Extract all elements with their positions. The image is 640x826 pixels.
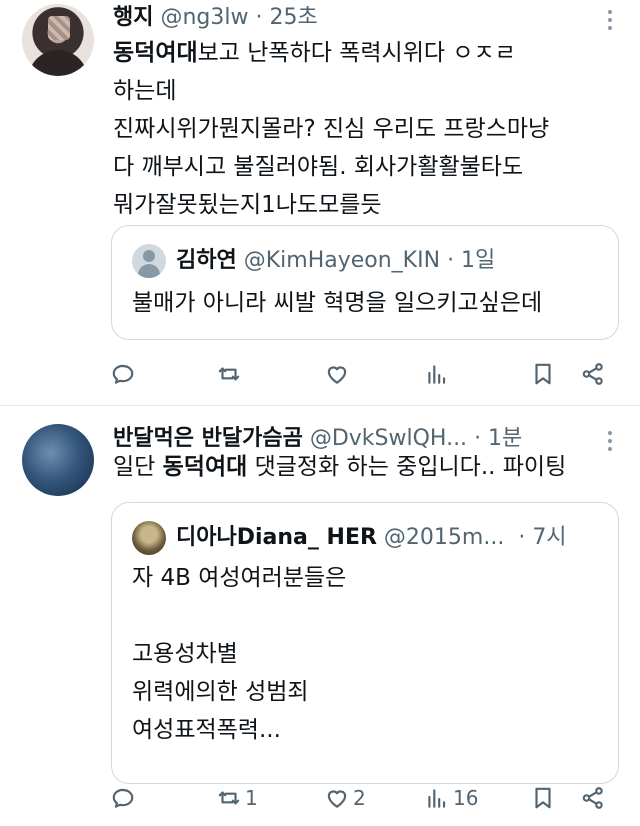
share-icon [582, 787, 603, 809]
share-button[interactable] [580, 357, 606, 391]
reply-button[interactable] [110, 357, 139, 391]
bookmark-icon [535, 787, 551, 809]
views-icon [428, 789, 446, 808]
quoted-tweet-header: 디아나Diana_ HER @2015m... · 7시 [132, 521, 567, 555]
quoted-tweet-header: 김하연 @KimHayeon_KIN · 1일 [132, 244, 495, 278]
author-name[interactable]: 행지 [113, 5, 153, 30]
like-button[interactable]: 2 [324, 781, 366, 815]
quoted-author-handle[interactable]: @2015m... [384, 522, 504, 554]
share-button[interactable] [580, 781, 606, 815]
reply-icon [112, 364, 134, 384]
bookmark-button[interactable] [530, 357, 556, 391]
author-handle[interactable]: @ng3lw [160, 5, 248, 30]
tweet-header: 행지 @ng3lw · 25초 [113, 3, 318, 33]
tweet-text-line: 뭐가잘못됬는지1나도모를듯 [113, 192, 382, 218]
views-icon [428, 365, 446, 384]
quoted-tweet-text: 자 4B 여성여러분들은 고용성차별 위력에의한 성범죄 여성표적폭력... [132, 565, 347, 743]
retweet-button[interactable] [216, 357, 245, 391]
tweet-text: 일단 동덕여대 댓글정화 하는 중입니다.. 파이팅 [113, 448, 623, 486]
retweet-icon [218, 367, 240, 381]
bookmark-icon [535, 363, 551, 385]
tweet-text-line: 진짜시위가뭔지몰라? 진심 우리도 프랑스마냥 [113, 116, 550, 142]
retweet-button[interactable]: 1 [216, 781, 258, 815]
quoted-author-avatar[interactable] [132, 521, 166, 555]
quoted-tweet-text: 불매가 아니라 씨발 혁명을 일으키고싶은데 [132, 290, 543, 316]
hashtag-keyword[interactable]: 동덕여대 [163, 454, 248, 480]
tweet-text: 동덕여대보고 난폭하다 폭력시위다 ㅇㅈㄹ 하는데 진짜시위가뭔지몰라? 진심 … [113, 34, 623, 224]
reply-icon [112, 788, 134, 808]
retweet-count: 1 [245, 786, 258, 810]
author-avatar[interactable] [22, 424, 94, 496]
tweet[interactable]: 반달먹은 반달가슴곰 @DvkSwlQH... · 1분 일단 동덕여대 댓글정… [0, 406, 640, 826]
tweet-text-suffix: 댓글정화 하는 중입니다.. 파이팅 [247, 454, 567, 480]
more-icon[interactable] [608, 10, 614, 30]
reply-button[interactable] [110, 781, 139, 815]
quoted-tweet[interactable]: 디아나Diana_ HER @2015m... · 7시 자 4B 여성여러분들… [111, 502, 619, 784]
quoted-tweet-time[interactable]: · 1일 [447, 245, 495, 277]
tweet-text-line: 하는데 [113, 78, 177, 104]
views-button[interactable]: 16 [424, 781, 478, 815]
views-count: 16 [453, 786, 479, 810]
tweet-text-prefix: 일단 [113, 454, 163, 480]
like-button[interactable] [324, 357, 353, 391]
tweet-actions: 1 2 16 [110, 781, 610, 815]
hashtag-keyword[interactable]: 동덕여대 [113, 40, 198, 66]
tweet[interactable]: 행지 @ng3lw · 25초 동덕여대보고 난폭하다 폭력시위다 ㅇㅈㄹ 하는… [0, 0, 640, 405]
bookmark-button[interactable] [530, 781, 556, 815]
quoted-author-name[interactable]: 김하연 [176, 245, 237, 277]
quoted-author-name[interactable]: 디아나Diana_ HER [176, 522, 377, 554]
share-icon [582, 363, 603, 385]
like-icon [327, 366, 347, 384]
tweet-text-line: 다 깨부시고 불질러야됨. 회사가활활불타도 [113, 154, 524, 180]
tweet-actions [110, 357, 610, 391]
tweet-time[interactable]: · 25초 [256, 5, 318, 30]
retweet-icon [218, 791, 240, 805]
quoted-author-handle[interactable]: @KimHayeon_KIN [244, 245, 440, 277]
tweet-text-line: 보고 난폭하다 폭력시위다 ㅇㅈㄹ [197, 40, 516, 66]
author-avatar[interactable] [22, 4, 94, 76]
quoted-tweet-time[interactable]: · 7시 [518, 522, 566, 554]
quoted-author-avatar[interactable] [132, 244, 166, 278]
quoted-tweet[interactable]: 김하연 @KimHayeon_KIN · 1일 불매가 아니라 씨발 혁명을 일… [111, 225, 619, 340]
like-icon [327, 790, 347, 808]
like-count: 2 [353, 786, 366, 810]
views-button[interactable] [424, 357, 453, 391]
